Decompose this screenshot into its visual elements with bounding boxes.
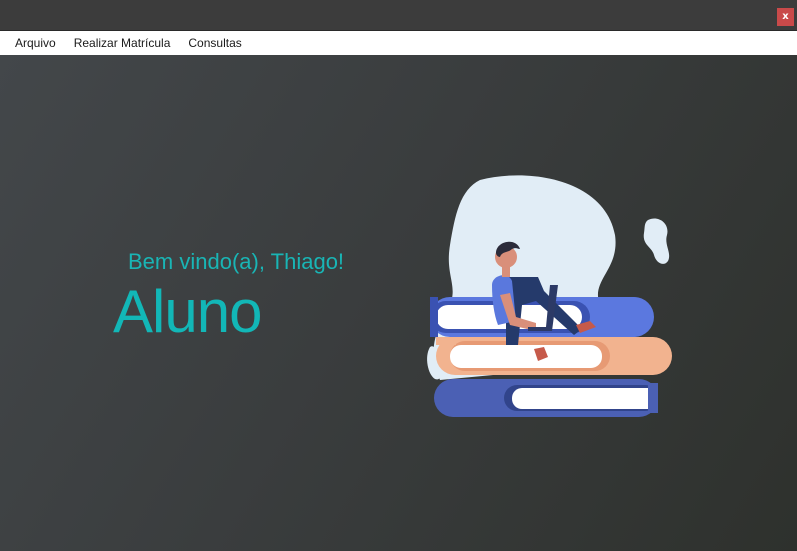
main-window: x Arquivo Realizar Matrícula Consultas B…: [0, 0, 797, 551]
welcome-message: Bem vindo(a), Thiago!: [128, 249, 345, 274]
close-button[interactable]: x: [777, 8, 794, 26]
user-role-label: Aluno: [113, 278, 262, 345]
student-reading-on-books-illustration: [427, 175, 672, 417]
menu-consultas[interactable]: Consultas: [179, 31, 250, 55]
content-area: Bem vindo(a), Thiago! Aluno: [0, 55, 797, 551]
menu-realizar-matricula[interactable]: Realizar Matrícula: [65, 31, 180, 55]
menu-arquivo[interactable]: Arquivo: [6, 31, 65, 55]
title-bar[interactable]: x: [0, 0, 797, 31]
menu-bar: Arquivo Realizar Matrícula Consultas: [0, 31, 797, 55]
